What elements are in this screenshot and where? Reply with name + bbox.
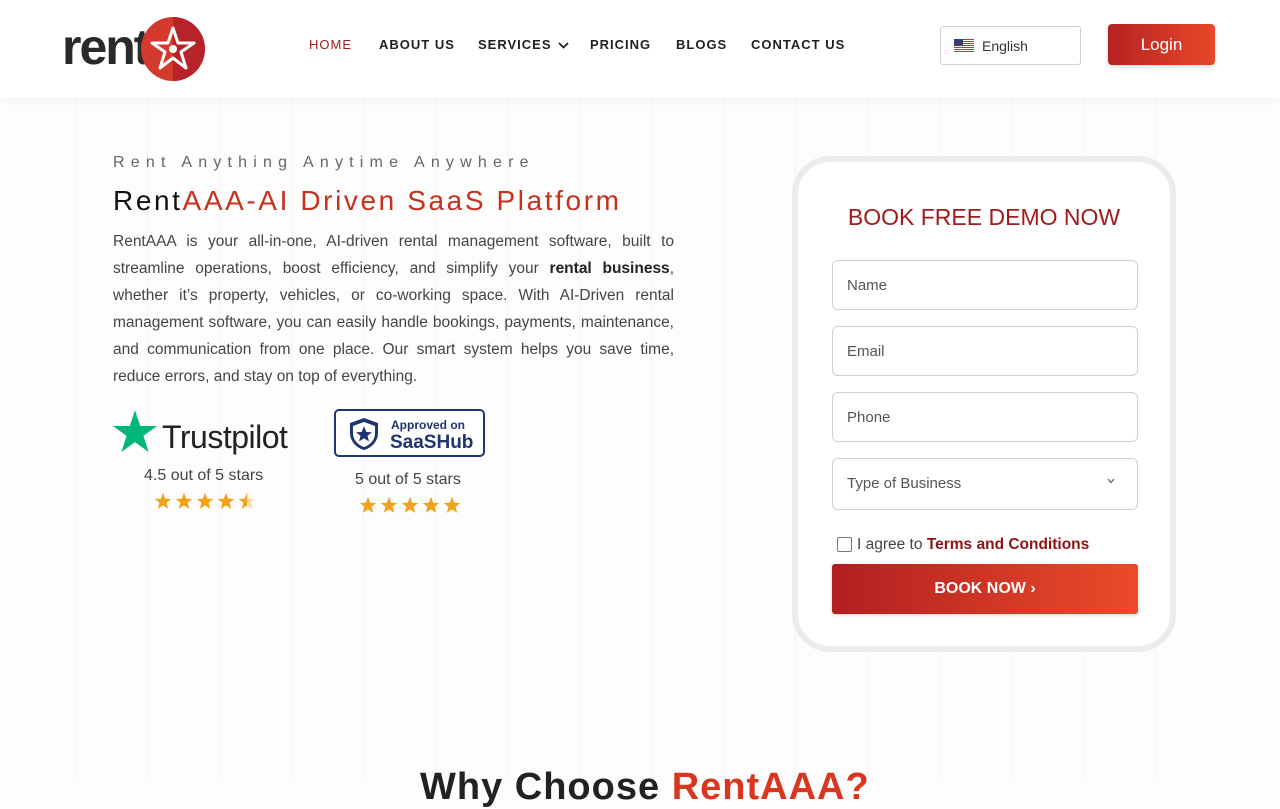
star-icon [443, 496, 461, 513]
hero-description: RentAAA is your all-in-one, AI-driven re… [113, 228, 674, 390]
nav-pricing[interactable]: PRICING [590, 38, 651, 52]
phone-input[interactable] [832, 392, 1138, 442]
saashub-line1: Approved on [391, 418, 465, 432]
nav-services-label: SERVICES [478, 37, 552, 52]
half-star-icon [238, 492, 256, 509]
us-flag-icon [954, 39, 974, 52]
agree-label: I agree to [857, 536, 927, 553]
star-icon [422, 496, 440, 513]
shield-icon [350, 418, 378, 450]
agree-text: I agree to Terms and Conditions [857, 536, 1089, 554]
next-section-heading: Why Choose RentAAA? [420, 766, 870, 809]
headline-part1: Rent [113, 185, 183, 216]
demo-form-card: BOOK FREE DEMO NOW Type of Business I ag… [792, 156, 1176, 652]
star-icon [154, 492, 172, 509]
saashub-stars [359, 496, 461, 514]
terms-checkbox[interactable] [837, 537, 852, 552]
nav-contact-us[interactable]: CONTACT US [751, 38, 845, 52]
trustpilot-stars [154, 492, 256, 510]
name-input[interactable] [832, 260, 1138, 310]
site-header: rent HOME ABOUT US SERVICES PRICING BLOG… [0, 0, 1280, 98]
terms-link[interactable]: Terms and Conditions [927, 536, 1089, 553]
language-label: English [982, 38, 1028, 54]
hero-headline: RentAAA-AI Driven SaaS Platform [113, 185, 622, 217]
saashub-badge[interactable]: Approved on SaaSHub [334, 409, 485, 457]
star-icon [380, 496, 398, 513]
star-icon [359, 496, 377, 513]
star-icon [217, 492, 235, 509]
next-heading-part1: Why Choose [420, 766, 672, 808]
star-icon [401, 496, 419, 513]
language-selector[interactable]: English [940, 26, 1081, 65]
hero-tagline: Rent Anything Anytime Anywhere [113, 154, 535, 171]
nav-home[interactable]: HOME [309, 38, 352, 52]
logo-text: rent [62, 19, 150, 75]
headline-part2: AAA-AI Driven SaaS Platform [182, 185, 622, 216]
trustpilot-wordmark: Trustpilot [162, 419, 288, 455]
login-button[interactable]: Login [1108, 24, 1215, 65]
form-title: BOOK FREE DEMO NOW [847, 204, 1121, 230]
saashub-line2: SaaSHub [390, 432, 474, 453]
trustpilot-star-icon [113, 410, 157, 452]
logo-star-icon [141, 17, 205, 81]
email-input[interactable] [832, 326, 1138, 376]
rentaaa-logo[interactable]: rent [62, 14, 207, 84]
next-heading-part2: RentAAA? [671, 766, 870, 808]
description-bold: rental business [549, 260, 670, 277]
nav-blogs[interactable]: BLOGS [676, 38, 727, 52]
chevron-down-icon [1107, 478, 1115, 484]
chevron-down-icon [557, 42, 569, 49]
nav-services[interactable]: SERVICES [478, 38, 569, 52]
star-icon [196, 492, 214, 509]
description-text-2: , whether it’s property, vehicles, or co… [113, 260, 674, 385]
trustpilot-rating-text: 4.5 out of 5 stars [144, 467, 264, 484]
business-type-select[interactable]: Type of Business [832, 458, 1138, 510]
business-type-value: Type of Business [847, 475, 962, 492]
saashub-rating-text: 5 out of 5 stars [355, 471, 461, 488]
book-now-button[interactable]: BOOK NOW › [832, 564, 1138, 614]
nav-about-us[interactable]: ABOUT US [379, 38, 455, 52]
star-icon [175, 492, 193, 509]
